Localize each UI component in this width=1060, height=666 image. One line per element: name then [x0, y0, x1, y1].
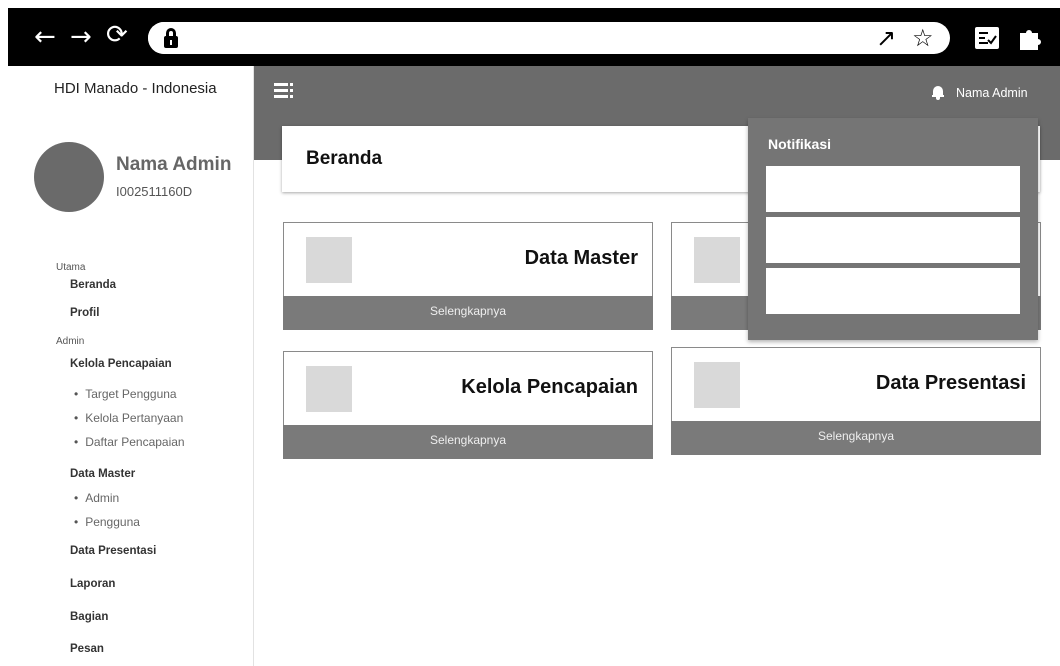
- sidebar-item-kelola-pencapaian[interactable]: Kelola Pencapaian: [70, 358, 172, 370]
- menu-group-admin: Admin: [56, 336, 85, 347]
- sidebar-item-profil[interactable]: Profil: [70, 307, 99, 319]
- bookmark-star-icon[interactable]: ☆: [912, 24, 934, 52]
- card-more-link[interactable]: Selengkapnya: [283, 296, 653, 330]
- reload-icon[interactable]: ⟳: [106, 22, 128, 48]
- address-bar[interactable]: ↗ ☆: [148, 22, 950, 54]
- forward-arrow-icon[interactable]: →: [70, 24, 92, 50]
- card-thumbnail: [306, 237, 352, 283]
- lock-icon: [164, 28, 178, 48]
- card-more-link[interactable]: Selengkapnya: [283, 425, 653, 459]
- notification-item[interactable]: [766, 268, 1020, 314]
- notification-bell-icon[interactable]: [932, 86, 944, 100]
- card-title: Data Presentasi: [875, 372, 1026, 394]
- sidebar-subitem-target-pengguna[interactable]: Target Pengguna: [74, 387, 176, 401]
- sidebar: HDI Manado - Indonesia Nama Admin I00251…: [8, 66, 254, 666]
- reading-list-icon[interactable]: [974, 26, 1000, 50]
- card-data-presentasi: Data Presentasi Selengkapnya: [671, 347, 1041, 455]
- card-thumbnail: [694, 237, 740, 283]
- hamburger-menu-icon[interactable]: [274, 83, 294, 99]
- admin-id: I002511160D: [116, 184, 193, 199]
- page-title: Beranda: [306, 148, 383, 169]
- sidebar-item-data-master[interactable]: Data Master: [70, 468, 135, 480]
- card-more-link[interactable]: Selengkapnya: [671, 421, 1041, 455]
- sidebar-item-pesan[interactable]: Pesan: [70, 643, 104, 655]
- notification-dropdown: Notifikasi: [748, 118, 1038, 340]
- brand-name: HDI Manado - Indonesia: [54, 80, 217, 97]
- sidebar-item-laporan[interactable]: Laporan: [70, 578, 115, 590]
- sidebar-subitem-pengguna[interactable]: Pengguna: [74, 515, 140, 529]
- card-title: Kelola Pencapaian: [461, 376, 638, 398]
- admin-name: Nama Admin: [116, 154, 232, 175]
- avatar: [34, 142, 104, 212]
- card-data-master: Data Master Selengkapnya: [283, 222, 653, 330]
- menu-group-utama: Utama: [56, 262, 86, 273]
- sidebar-item-beranda[interactable]: Beranda: [70, 279, 116, 291]
- card-thumbnail: [694, 362, 740, 408]
- topbar-user-name[interactable]: Nama Admin: [956, 86, 1028, 100]
- notification-item[interactable]: [766, 166, 1020, 212]
- card-title: Data Master: [524, 247, 638, 269]
- open-external-icon[interactable]: ↗: [876, 24, 896, 52]
- extensions-puzzle-icon[interactable]: [1016, 24, 1044, 52]
- site-info-button[interactable]: [148, 22, 190, 54]
- browser-toolbar: ← → ⟳ ↗ ☆: [0, 0, 1060, 66]
- notification-title: Notifikasi: [768, 136, 832, 152]
- sidebar-subitem-daftar-pencapaian[interactable]: Daftar Pencapaian: [74, 435, 184, 449]
- notification-item[interactable]: [766, 217, 1020, 263]
- sidebar-item-data-presentasi[interactable]: Data Presentasi: [70, 545, 156, 557]
- card-kelola-pencapaian: Kelola Pencapaian Selengkapnya: [283, 351, 653, 459]
- card-thumbnail: [306, 366, 352, 412]
- back-arrow-icon[interactable]: ←: [34, 24, 56, 50]
- sidebar-subitem-kelola-pertanyaan[interactable]: Kelola Pertanyaan: [74, 411, 183, 425]
- sidebar-item-bagian[interactable]: Bagian: [70, 611, 108, 623]
- sidebar-subitem-admin[interactable]: Admin: [74, 491, 119, 505]
